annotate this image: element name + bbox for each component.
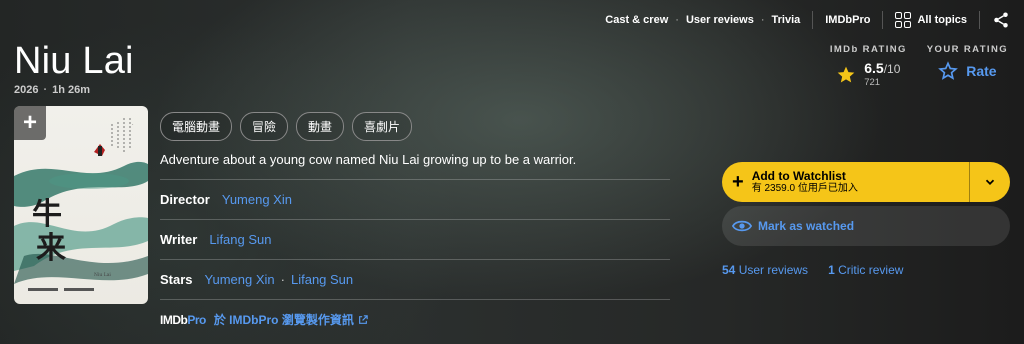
star-link[interactable]: Lifang Sun [291,272,353,287]
rating-votes: 721 [864,77,881,88]
your-rating-label: YOUR RATING [926,44,1008,55]
grid-icon [895,12,912,28]
poster-title-2: 来 [36,231,66,266]
poster-subtitle: Niu Lai [94,272,111,278]
imdbpro-row[interactable]: IMDbPro 於 IMDbPro 瀏覽製作資訊 [160,299,670,339]
user-reviews-link[interactable]: 54 User reviews [722,263,808,277]
watchlist-label: Add to Watchlist [751,169,846,183]
star-link[interactable]: Yumeng Xin [205,272,275,287]
nav-dot: · [675,14,679,26]
poster-poem: · [132,122,134,128]
review-links: 54 User reviews 1 Critic review [722,263,903,277]
imdb-rating[interactable]: IMDb RATING 6.5/10 721 [830,44,907,88]
nav-divider [882,11,884,29]
title-meta: 2026 · 1h 26m [14,84,90,96]
director-link[interactable]: Yumeng Xin [222,192,292,207]
top-nav: Cast & crew · User reviews · Trivia IMDb… [605,10,1010,30]
nav-user-reviews[interactable]: User reviews [686,14,754,26]
release-year[interactable]: 2026 [14,84,38,96]
mark-as-watched-button[interactable]: Mark as watched [722,206,1010,246]
imdb-rating-label: IMDb RATING [829,44,907,55]
meta-dot: · [43,84,48,96]
stars-dot: · [280,272,285,287]
rate-button-label: Rate [966,63,997,79]
imdbpro-logo: IMDbPro [160,312,206,327]
credit-row-writer: Writer Lifang Sun [160,219,670,259]
director-label: Director [160,192,210,207]
genre-chip[interactable]: 喜劇片 [352,112,413,141]
writer-link[interactable]: Lifang Sun [209,232,271,247]
share-icon[interactable] [992,11,1010,29]
plot-summary: Adventure about a young cow named Niu La… [160,152,577,167]
chevron-down-icon [985,179,995,185]
credit-row-director: Director Yumeng Xin [160,179,670,219]
poster-image[interactable]: · 牛 来 Niu Lai + [14,106,148,304]
add-to-watchlist-ribbon[interactable]: + [14,106,46,140]
runtime: 1h 26m [52,84,91,96]
critic-reviews-link[interactable]: 1 Critic review [828,263,903,277]
nav-divider [812,11,814,29]
rating-out-of: /10 [883,62,901,76]
ratings-bar: IMDb RATING 6.5/10 721 YOUR RATING Rate [830,44,1008,88]
genre-chip[interactable]: 動畫 [296,112,345,141]
nav-imdbpro[interactable]: IMDbPro [825,14,870,26]
nav-all-topics[interactable]: All topics [895,12,967,28]
nav-trivia[interactable]: Trivia [772,14,801,26]
watchlist-main[interactable]: + Add to Watchlist 有 2359.0 位用戶已加入 [722,162,970,202]
page-title: Niu Lai [14,40,134,82]
nav-dot: · [760,14,765,26]
poster-title-1: 牛 [32,197,62,232]
writer-label: Writer [160,232,198,247]
credit-row-stars: Stars Yumeng Xin · Lifang Sun [160,259,670,299]
all-topics-label: All topics [917,14,967,26]
title-hero: Cast & crew · User reviews · Trivia IMDb… [0,0,1024,344]
imdbpro-link[interactable]: 於 IMDbPro 瀏覽製作資訊 [214,311,354,328]
rating-score: 6.5 [864,60,884,76]
nav-divider [979,11,980,29]
genre-chip[interactable]: 電腦動畫 [160,112,233,141]
watchlist-count: 有 2359.0 位用戶已加入 [751,183,858,194]
watchlist-dropdown[interactable] [970,162,1010,202]
genre-chip[interactable]: 冒險 [240,112,289,141]
external-link-icon [358,314,368,324]
nav-cast-crew[interactable]: Cast & crew [605,14,668,26]
plus-icon: + [732,171,744,193]
your-rating[interactable]: YOUR RATING Rate [927,44,1008,88]
mark-as-watched-label: Mark as watched [758,219,855,233]
credits-list: Director Yumeng Xin Writer Lifang Sun St… [160,179,670,339]
stars-label: Stars [160,272,193,287]
eye-icon [732,220,752,232]
add-to-watchlist-button[interactable]: + Add to Watchlist 有 2359.0 位用戶已加入 [722,162,1010,202]
star-outline-icon [938,61,959,80]
genre-chips: 電腦動畫 冒險 動畫 喜劇片 [160,112,413,141]
star-icon [837,66,855,82]
